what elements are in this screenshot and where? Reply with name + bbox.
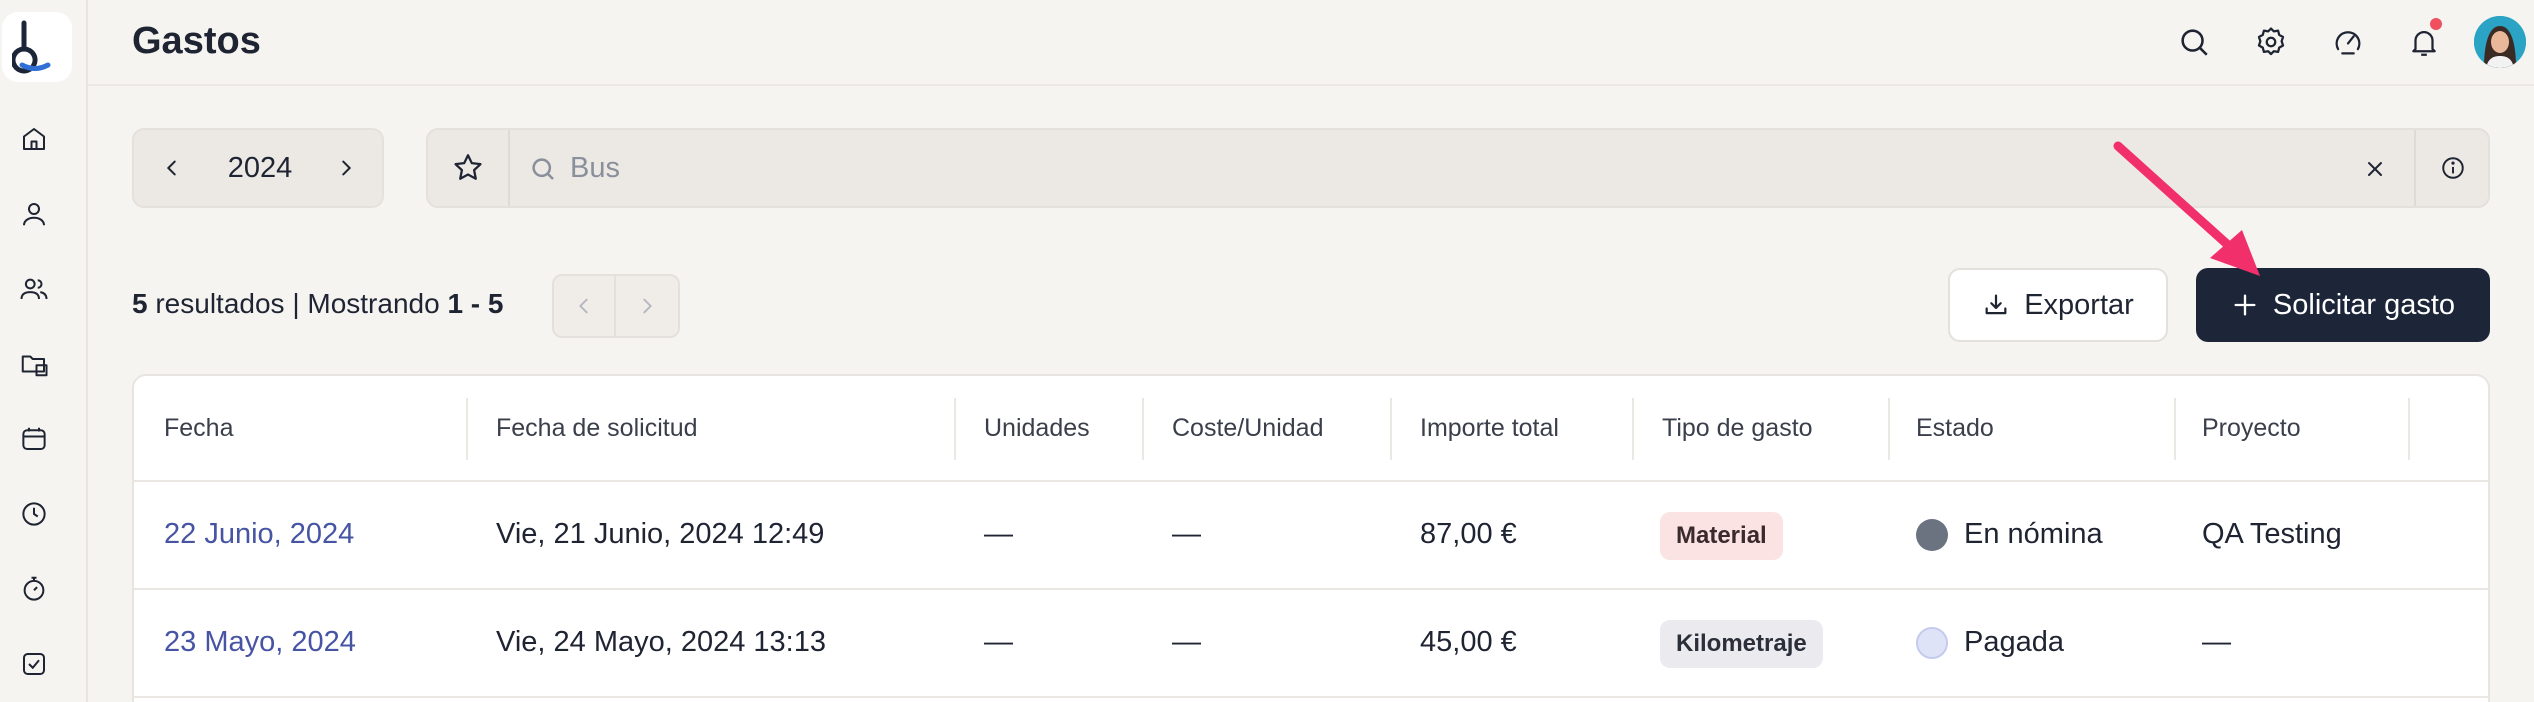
page-title: Gastos [132, 20, 261, 62]
chevron-left-icon[interactable] [154, 150, 190, 186]
chevron-right-icon [643, 298, 652, 314]
status-badge: En nómina [1916, 518, 2103, 551]
search-input[interactable] [570, 146, 2270, 190]
project-cell: QA Testing [2202, 518, 2342, 550]
expense-type-badge: Material [1660, 512, 1783, 560]
column-header[interactable]: Tipo de gasto [1662, 414, 1813, 443]
status-badge: Pagada [1916, 626, 2064, 659]
total-amount-cell: 45,00 € [1420, 626, 1517, 658]
users-icon[interactable] [17, 272, 51, 306]
user-icon[interactable] [17, 197, 51, 231]
checkbox-icon[interactable] [17, 647, 51, 681]
unit-cost-cell: — [1172, 626, 1201, 658]
bell-icon[interactable] [2404, 18, 2444, 62]
chevron-right-icon[interactable] [328, 150, 364, 186]
results-range: 1 - 5 [447, 288, 504, 319]
folders-icon[interactable] [17, 347, 51, 381]
request-expense-label: Solicitar gasto [2272, 288, 2456, 321]
unit-cost-cell: — [1172, 518, 1201, 550]
results-count-label: resultados [147, 288, 285, 319]
units-cell: — [984, 518, 1013, 550]
results-separator: | Mostrando [284, 288, 448, 319]
table-header: Fecha Fecha de solicitud Unidades Coste/… [134, 376, 2488, 482]
pointer-arrow-icon [2113, 141, 2260, 276]
column-divider [466, 398, 468, 460]
info-icon[interactable] [2414, 130, 2490, 206]
brand-logo-icon [12, 20, 51, 74]
notification-badge [2430, 18, 2442, 30]
calendar-icon[interactable] [17, 422, 51, 456]
top-header: Gastos [88, 0, 2534, 86]
column-divider [2174, 398, 2176, 460]
chevron-left-icon [579, 298, 588, 314]
column-header[interactable]: Estado [1916, 414, 1994, 443]
search-icon[interactable] [2174, 22, 2214, 62]
column-header[interactable]: Importe total [1420, 414, 1559, 443]
project-cell: — [2202, 626, 2231, 658]
request-date-cell: Vie, 21 Junio, 2024 12:49 [496, 518, 825, 550]
column-divider [2408, 398, 2410, 460]
total-amount-cell: 87,00 € [1420, 518, 1517, 550]
expenses-table: Fecha Fecha de solicitud Unidades Coste/… [132, 374, 2490, 702]
results-summary: 5 resultados | Mostrando 1 - 5 [132, 288, 503, 320]
logo[interactable] [2, 12, 72, 82]
date-link[interactable]: 22 Junio, 2024 [164, 518, 354, 551]
settings-icon[interactable] [2251, 22, 2291, 62]
column-divider [1142, 398, 1144, 460]
column-header[interactable]: Fecha de solicitud [496, 414, 698, 443]
pagination [552, 274, 680, 338]
expense-type-badge: Kilometraje [1660, 620, 1823, 668]
column-divider [1390, 398, 1392, 460]
star-icon [454, 154, 482, 180]
units-cell: — [984, 626, 1013, 658]
column-divider [1888, 398, 1890, 460]
date-link[interactable]: 23 Mayo, 2024 [164, 626, 356, 659]
stopwatch-icon[interactable] [17, 572, 51, 606]
results-count: 5 [132, 288, 148, 319]
status-dot [1916, 518, 1948, 551]
home-icon[interactable] [17, 122, 51, 156]
avatar[interactable] [2474, 16, 2526, 68]
plus-icon [2234, 294, 2256, 316]
table-row[interactable]: 22 Junio, 2024 Vie, 21 Junio, 2024 12:49… [134, 482, 2488, 590]
column-divider [954, 398, 956, 460]
export-label: Exportar [2024, 288, 2134, 321]
request-date-cell: Vie, 24 Mayo, 2024 13:13 [496, 626, 826, 658]
favorite-filters-button[interactable] [428, 130, 510, 206]
column-header[interactable]: Fecha [164, 414, 233, 443]
search-icon [532, 158, 554, 180]
status-dot [1916, 626, 1948, 659]
column-header[interactable]: Unidades [984, 414, 1090, 443]
sidebar [0, 0, 88, 702]
table-row[interactable]: 23 Mayo, 2024 Vie, 24 Mayo, 2024 13:13 —… [134, 590, 2488, 698]
status-label: En nómina [1964, 518, 2103, 550]
column-divider [1632, 398, 1634, 460]
year-value: 2024 [227, 152, 293, 184]
prev-page-button[interactable] [554, 276, 616, 336]
next-page-button[interactable] [616, 276, 678, 336]
column-header[interactable]: Coste/Unidad [1172, 414, 1323, 443]
year-selector: 2024 [132, 128, 384, 208]
clock-icon[interactable] [17, 497, 51, 531]
download-icon [1985, 294, 2007, 315]
column-header[interactable]: Proyecto [2202, 414, 2301, 443]
status-label: Pagada [1964, 626, 2064, 658]
close-icon[interactable] [2358, 152, 2392, 186]
avatar-photo-icon [2474, 16, 2526, 68]
speed-icon[interactable] [2328, 22, 2368, 62]
